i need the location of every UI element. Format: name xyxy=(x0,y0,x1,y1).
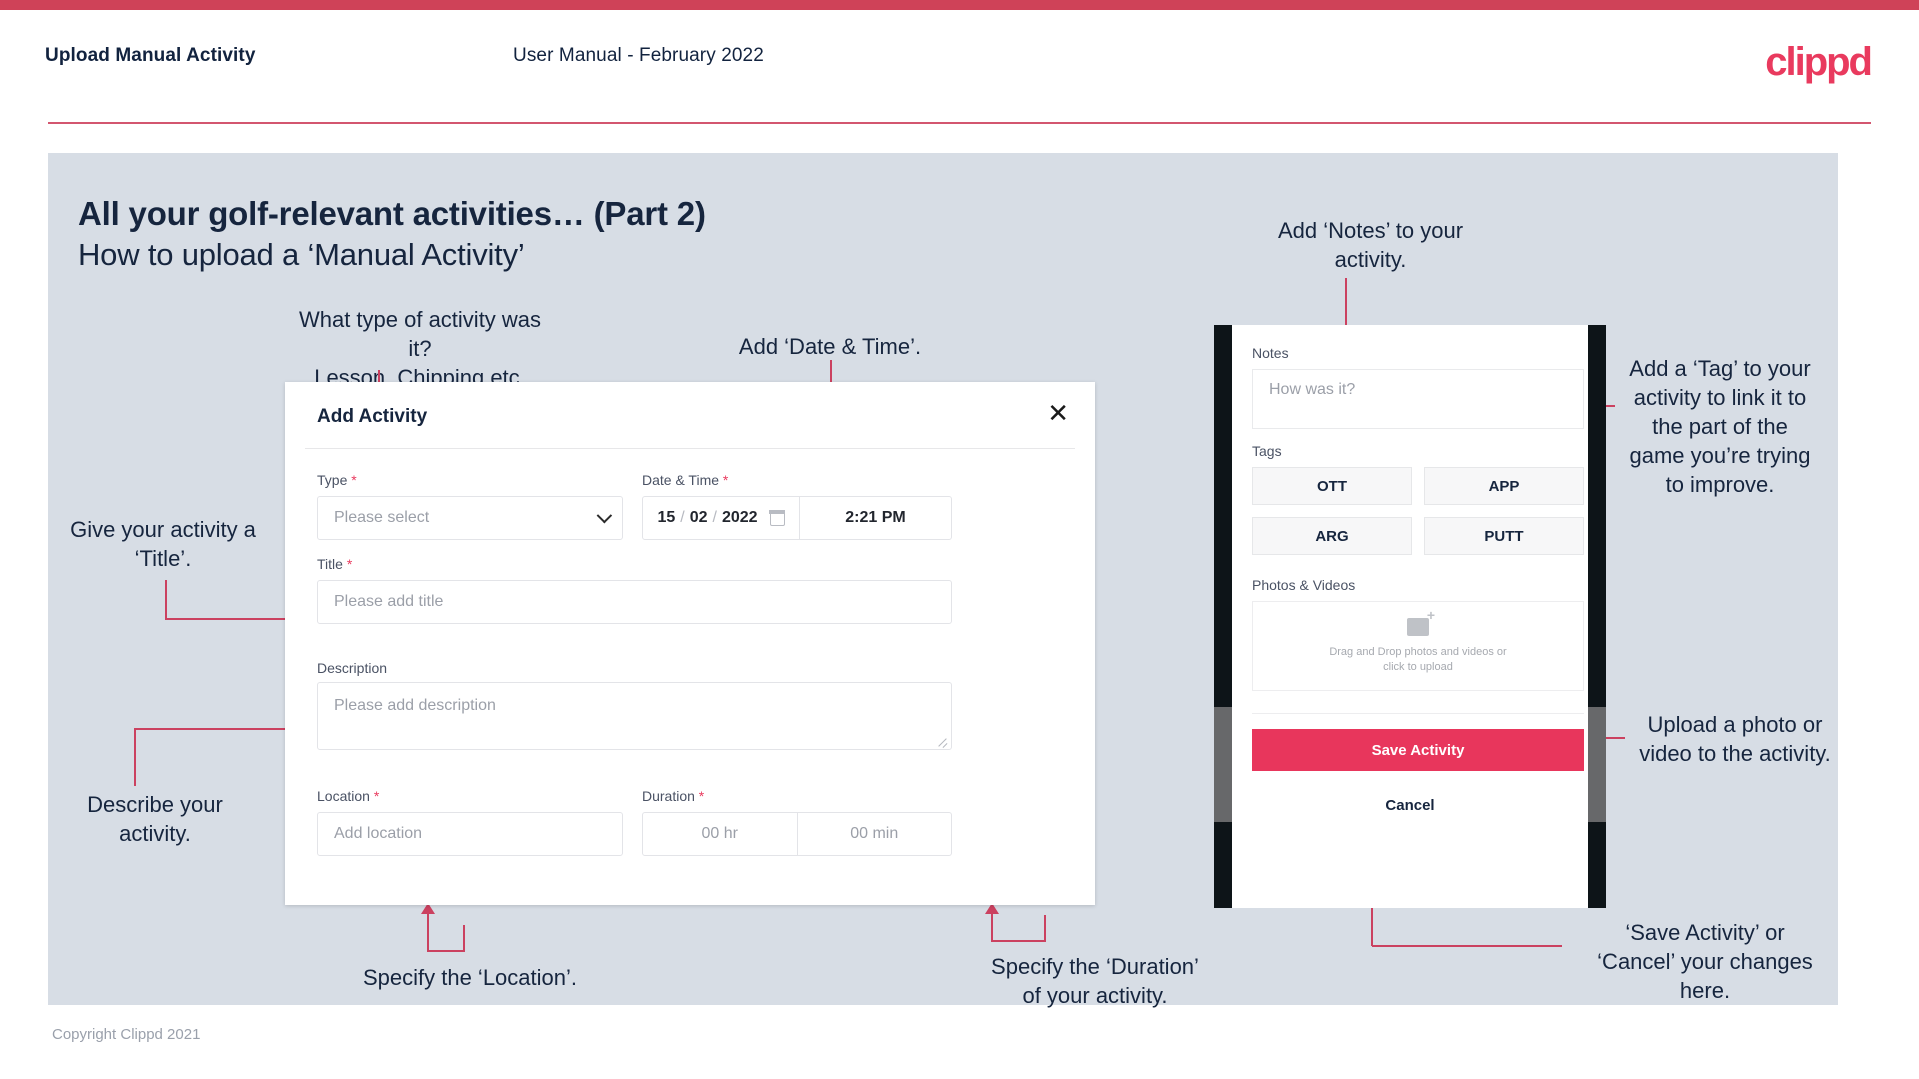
tags-label: Tags xyxy=(1252,443,1282,459)
slide-root: Upload Manual Activity User Manual - Feb… xyxy=(0,0,1919,1079)
phone-screen: Notes How was it? Tags OTT APP ARG PUTT … xyxy=(1232,325,1588,908)
page-title: Upload Manual Activity xyxy=(45,45,256,66)
slide-subtitle: How to upload a ‘Manual Activity’ xyxy=(78,237,525,272)
datetime-field[interactable]: 15 / 02 / 2022 2:21 PM xyxy=(642,496,952,540)
description-textarea[interactable]: Please add description xyxy=(317,682,952,750)
date-month: 02 xyxy=(689,509,708,526)
dialog-divider xyxy=(305,448,1075,449)
connector-save-h xyxy=(1372,945,1562,947)
chevron-down-icon xyxy=(596,507,613,524)
tag-button-ott[interactable]: OTT xyxy=(1252,467,1412,505)
title-input[interactable]: Please add title xyxy=(317,580,952,624)
phone-frame-right xyxy=(1588,325,1606,908)
add-image-icon xyxy=(1407,607,1435,636)
dropzone-text: Drag and Drop photos and videos or click… xyxy=(1329,645,1506,675)
tag-button-app[interactable]: APP xyxy=(1424,467,1584,505)
type-placeholder: Please select xyxy=(334,509,430,526)
title-placeholder: Please add title xyxy=(334,593,444,610)
type-label: Type * xyxy=(317,472,357,488)
required-asterisk: * xyxy=(719,472,729,488)
required-asterisk: * xyxy=(694,788,705,804)
location-input[interactable]: Add location xyxy=(317,812,623,856)
annotation-type: What type of activity was it? Lesson, Chi… xyxy=(298,307,542,390)
duration-field: 00 hr 00 min xyxy=(642,812,952,856)
datetime-label-text: Date & Time xyxy=(642,472,720,488)
type-select[interactable]: Please select xyxy=(317,496,623,540)
date-separator: / xyxy=(712,509,717,526)
annotation-location: Specify the ‘Location’. xyxy=(362,965,578,990)
slide-title: All your golf-relevant activities… (Part… xyxy=(78,195,706,232)
date-input[interactable]: 15 / 02 / 2022 xyxy=(643,497,800,539)
connector-loc-v2 xyxy=(463,925,465,951)
duration-minutes-input[interactable]: 00 min xyxy=(798,813,952,855)
top-accent-bar xyxy=(0,0,1919,10)
duration-label: Duration * xyxy=(642,788,704,804)
connector-desc-h xyxy=(134,728,289,730)
tag-button-arg[interactable]: ARG xyxy=(1252,517,1412,555)
annotation-save-cancel: ‘Save Activity’ or ‘Cancel’ your changes h… xyxy=(1597,920,1813,1003)
dropzone-line1: Drag and Drop photos and videos or xyxy=(1329,645,1507,658)
photos-label: Photos & Videos xyxy=(1252,577,1356,593)
phone-mockup: Notes How was it? Tags OTT APP ARG PUTT … xyxy=(1214,325,1606,908)
save-activity-button[interactable]: Save Activity xyxy=(1252,729,1584,771)
title-label: Title * xyxy=(317,556,352,572)
phone-frame-right-accent xyxy=(1588,707,1606,822)
connector-title-h xyxy=(165,618,290,620)
date-day: 15 xyxy=(657,509,676,526)
notes-label: Notes xyxy=(1252,345,1289,361)
calendar-icon[interactable] xyxy=(768,509,786,526)
connector-dur-v2 xyxy=(1044,915,1046,941)
connector-title-v xyxy=(165,580,167,620)
required-asterisk: * xyxy=(369,788,380,804)
description-label: Description xyxy=(317,660,387,676)
close-icon[interactable]: ✕ xyxy=(1047,400,1069,426)
date-year: 2022 xyxy=(721,509,758,526)
annotation-duration: Specify the ‘Duration’ of your activity. xyxy=(991,954,1199,1008)
location-placeholder: Add location xyxy=(334,825,423,842)
description-placeholder: Please add description xyxy=(334,697,496,714)
annotation-tags: Add a ‘Tag’ to your activity to link it t… xyxy=(1629,356,1811,497)
clippd-logo: clippd xyxy=(1765,40,1873,84)
header-subtitle: User Manual - February 2022 xyxy=(513,45,764,66)
duration-hours-input[interactable]: 00 hr xyxy=(643,813,798,855)
required-asterisk: * xyxy=(342,556,353,572)
annotation-photos: Upload a photo or video to the activity. xyxy=(1639,712,1831,766)
date-separator: / xyxy=(680,509,685,526)
dialog-title: Add Activity xyxy=(317,406,428,427)
datetime-label: Date & Time * xyxy=(642,472,728,488)
cancel-button[interactable]: Cancel xyxy=(1232,797,1588,814)
phone-frame-left-accent xyxy=(1214,707,1232,822)
connector-loc-h xyxy=(427,950,465,952)
resize-grip-icon[interactable] xyxy=(937,736,948,746)
notes-placeholder: How was it? xyxy=(1269,381,1356,398)
annotation-datetime: Add ‘Date & Time’. xyxy=(738,334,922,359)
title-label-text: Title xyxy=(317,556,343,572)
annotation-title: Give your activity a ‘Title’. xyxy=(70,517,256,571)
location-label: Location * xyxy=(317,788,379,804)
annotation-description: Describe your activity. xyxy=(87,792,223,846)
connector-notes-v1 xyxy=(1345,278,1347,328)
connector-dur-h xyxy=(991,940,1046,942)
photo-dropzone[interactable]: Drag and Drop photos and videos or click… xyxy=(1252,601,1584,691)
description-label-text: Description xyxy=(317,660,388,676)
location-label-text: Location xyxy=(317,788,370,804)
connector-dur-v1 xyxy=(991,913,993,941)
connector-desc-v xyxy=(134,728,136,786)
tag-button-putt[interactable]: PUTT xyxy=(1424,517,1584,555)
header-divider xyxy=(48,122,1871,124)
time-input[interactable]: 2:21 PM xyxy=(800,497,951,539)
required-asterisk: * xyxy=(347,472,357,488)
connector-loc-v1 xyxy=(427,913,429,951)
type-label-text: Type xyxy=(317,472,348,488)
annotation-notes: Add ‘Notes’ to your activity. xyxy=(1277,218,1464,272)
dropzone-line2: click to upload xyxy=(1383,660,1453,673)
add-activity-dialog: Add Activity ✕ Type * Please select Date… xyxy=(285,382,1095,905)
notes-textarea[interactable]: How was it? xyxy=(1252,369,1584,429)
copyright-text: Copyright Clippd 2021 xyxy=(52,1026,201,1043)
duration-label-text: Duration xyxy=(642,788,695,804)
phone-divider xyxy=(1252,713,1584,714)
phone-frame-left xyxy=(1214,325,1232,908)
